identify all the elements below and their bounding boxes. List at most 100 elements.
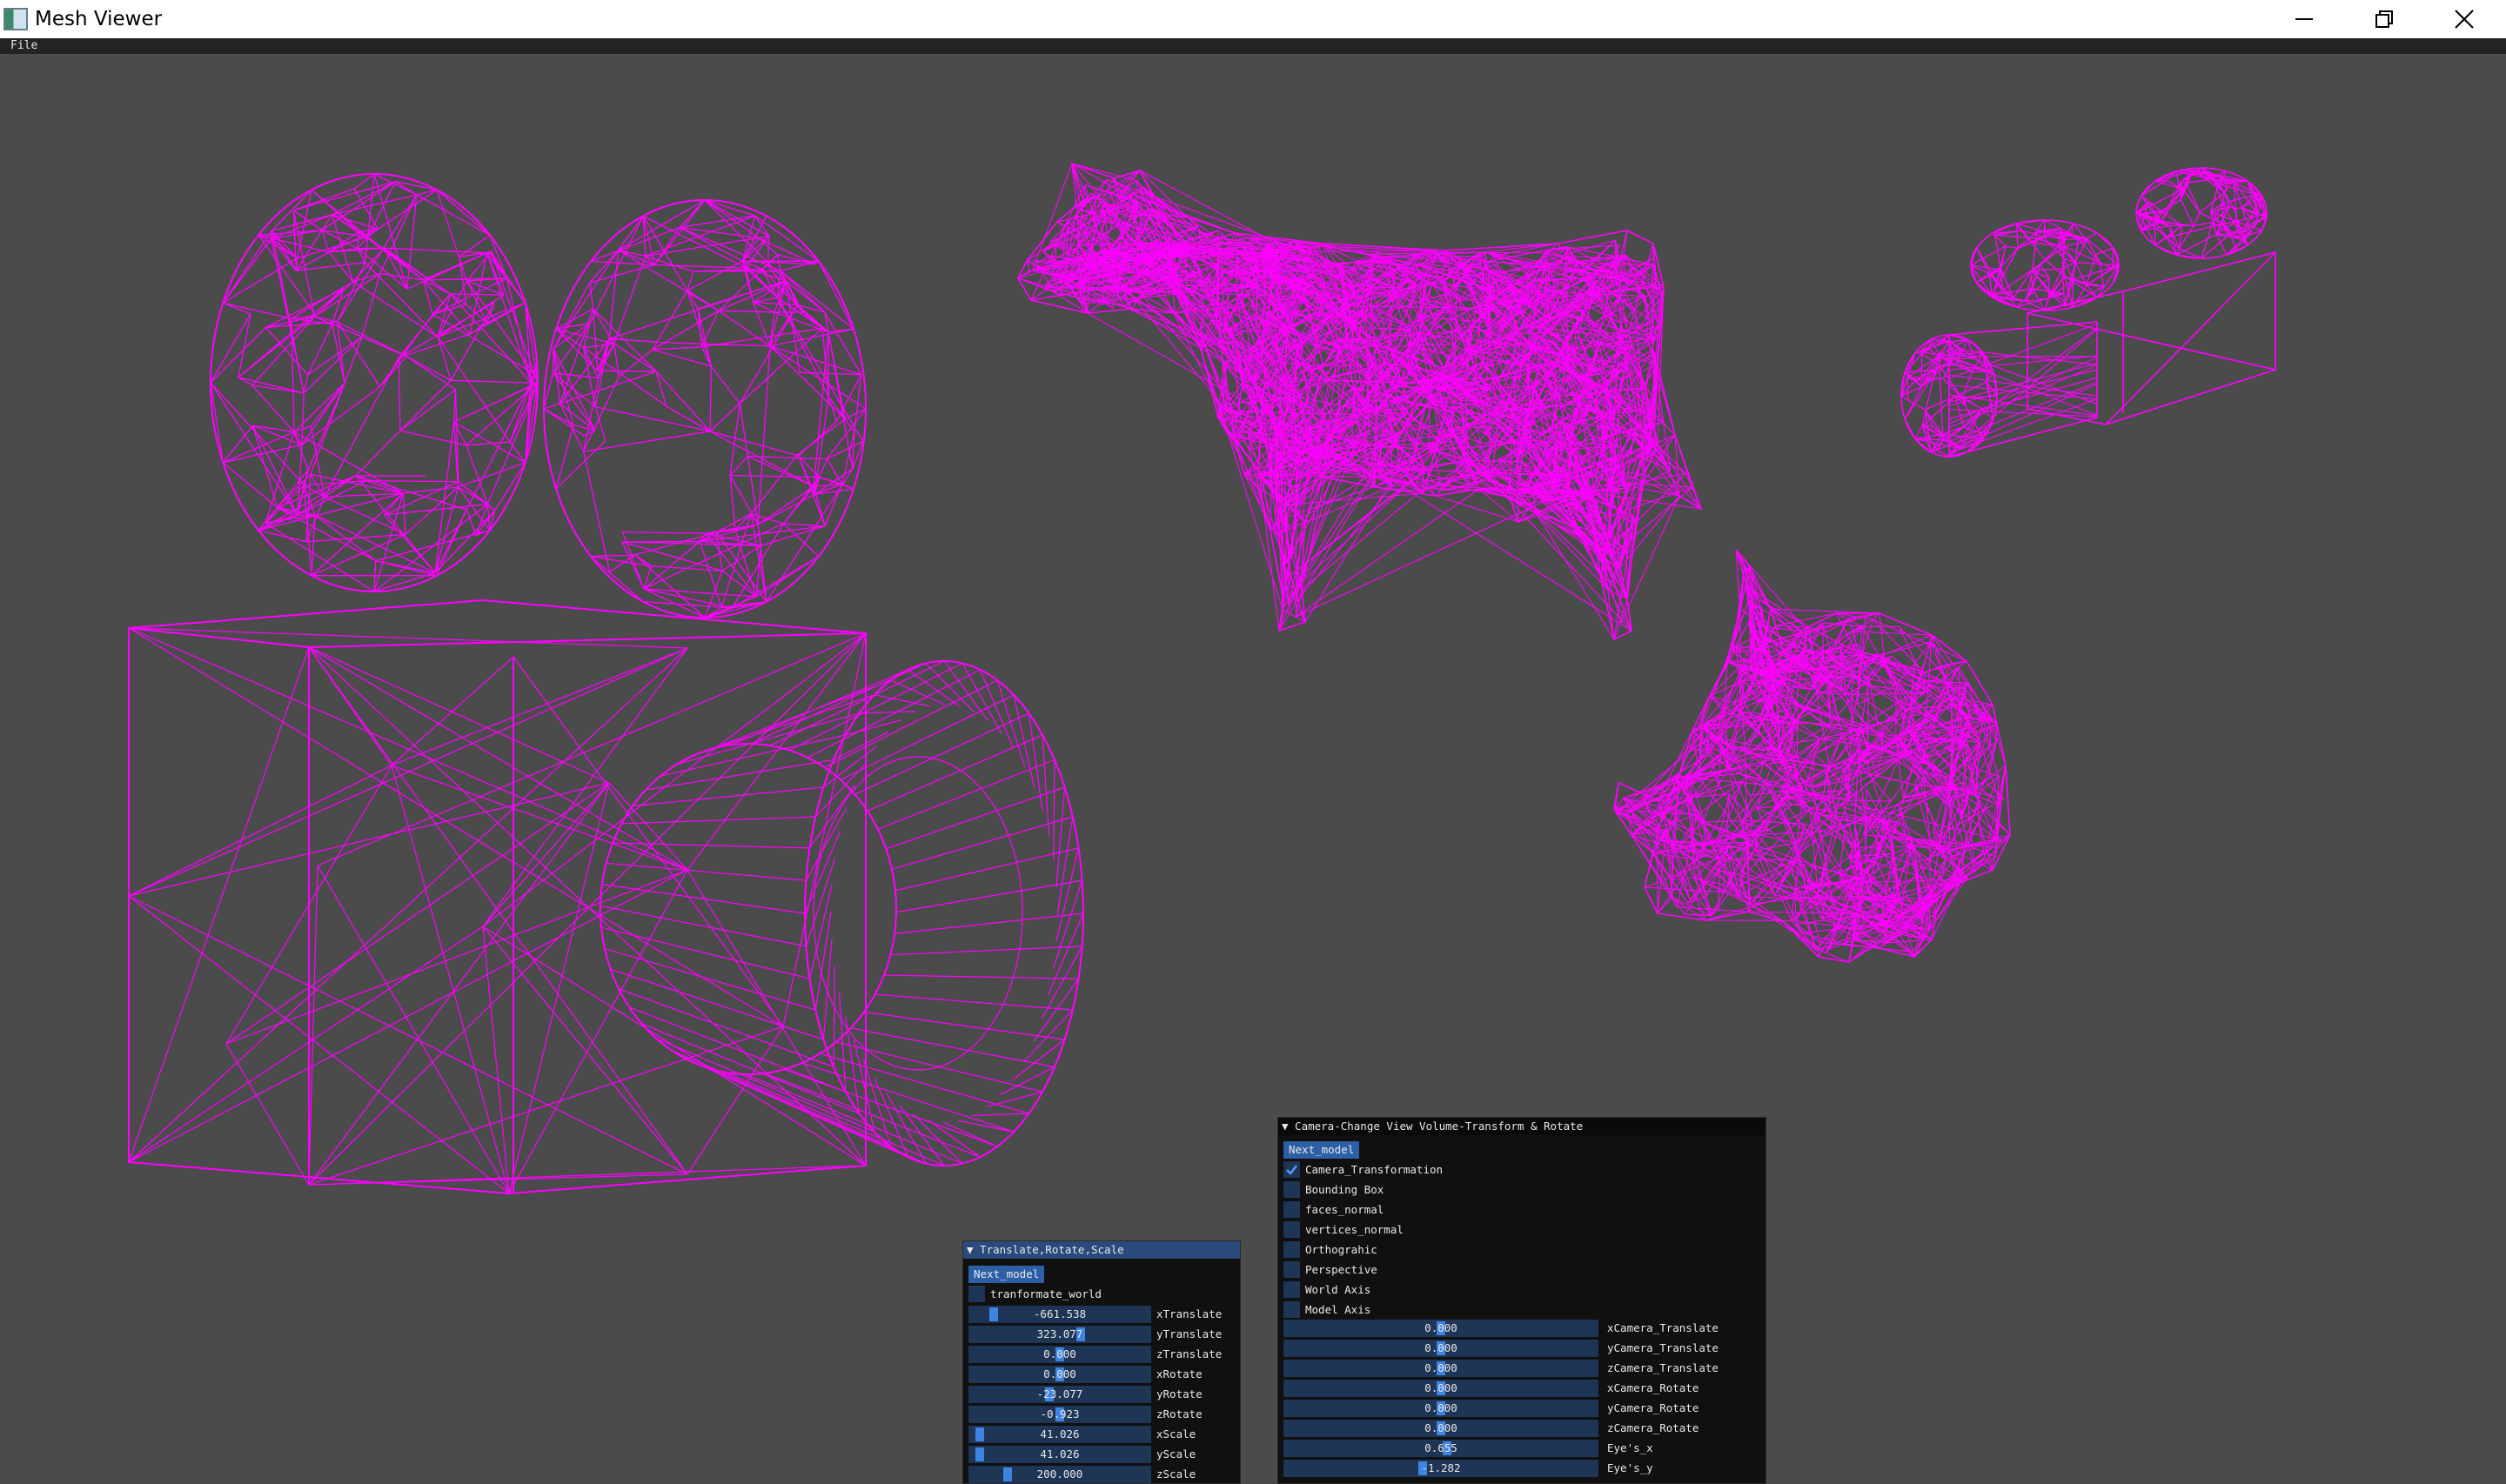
slider-track[interactable]: 0.000 bbox=[1283, 1420, 1598, 1437]
checkbox-box[interactable] bbox=[1283, 1281, 1300, 1298]
menu-file[interactable]: File bbox=[10, 39, 37, 53]
slider-track[interactable]: 41.026 bbox=[968, 1426, 1151, 1443]
slider-track[interactable]: 0.000 bbox=[1283, 1360, 1598, 1377]
slider-track[interactable]: 0.000 bbox=[968, 1366, 1151, 1383]
checkbox-label: World Axis bbox=[1305, 1283, 1371, 1296]
camera-mesh bbox=[128, 173, 1084, 1195]
checkbox-label: Model Axis bbox=[1305, 1303, 1371, 1316]
slider-label: Eye's_y bbox=[1607, 1461, 1653, 1474]
slider-label: xRotate bbox=[1156, 1367, 1203, 1380]
slider-zcamera-translate[interactable]: 0.000 zCamera_Translate bbox=[1283, 1360, 1729, 1377]
slider-value: 0.655 bbox=[1424, 1441, 1457, 1454]
slider-track[interactable]: 0.000 bbox=[968, 1346, 1151, 1363]
checkmark-icon bbox=[1286, 1165, 1297, 1175]
slider-track[interactable]: -0.923 bbox=[968, 1406, 1151, 1423]
slider-track[interactable]: 41.026 bbox=[968, 1446, 1151, 1463]
checkbox-perspective[interactable]: Perspective bbox=[1283, 1261, 1632, 1279]
checkbox-vertices-normal[interactable]: vertices_normal bbox=[1283, 1221, 1632, 1239]
checkbox-box[interactable] bbox=[1283, 1161, 1300, 1178]
slider-value: 0.000 bbox=[1424, 1381, 1457, 1394]
slider-yrotate[interactable]: -23.077 yRotate bbox=[968, 1386, 1278, 1403]
slider-track[interactable]: 0.000 bbox=[1283, 1400, 1598, 1417]
tranformate-world-checkbox[interactable]: tranformate_world bbox=[968, 1286, 1230, 1303]
next-model-button[interactable]: Next_model bbox=[968, 1266, 1045, 1283]
slider-label: zCamera_Translate bbox=[1607, 1361, 1719, 1374]
slider-value: -661.538 bbox=[1033, 1307, 1087, 1320]
slider-value: 41.026 bbox=[1040, 1427, 1080, 1441]
checkbox-label: Perspective bbox=[1305, 1263, 1377, 1276]
title-bar[interactable]: Mesh Viewer bbox=[0, 0, 2506, 38]
slider-track[interactable]: 323.077 bbox=[968, 1326, 1151, 1343]
checkbox-box[interactable] bbox=[1283, 1241, 1300, 1258]
checkbox-label: Camera_Transformation bbox=[1305, 1163, 1444, 1176]
slider-xcamera-rotate[interactable]: 0.000 xCamera_Rotate bbox=[1283, 1380, 1729, 1397]
checkbox-orthograhic[interactable]: Orthograhic bbox=[1283, 1241, 1632, 1259]
checkbox-box[interactable] bbox=[1283, 1261, 1300, 1278]
slider-track[interactable]: 200.000 bbox=[968, 1466, 1151, 1483]
slider-eye-s-x[interactable]: 0.655 Eye's_x bbox=[1283, 1440, 1729, 1457]
checkbox-box[interactable] bbox=[1283, 1181, 1300, 1198]
checkbox-label: faces_normal bbox=[1305, 1203, 1384, 1216]
app-icon bbox=[3, 8, 28, 30]
slider-xtranslate[interactable]: -661.538 xTranslate bbox=[968, 1306, 1278, 1323]
slider-value: 41.026 bbox=[1040, 1447, 1080, 1461]
slider-track[interactable]: 0.000 bbox=[1283, 1380, 1598, 1397]
close-icon bbox=[2455, 10, 2474, 29]
slider-yscale[interactable]: 41.026 yScale bbox=[968, 1446, 1278, 1463]
render-viewport[interactable] bbox=[0, 54, 2506, 1484]
slider-zscale[interactable]: 200.000 zScale bbox=[968, 1466, 1278, 1483]
checkbox-label: Orthograhic bbox=[1305, 1243, 1377, 1256]
slider-xscale[interactable]: 41.026 xScale bbox=[968, 1426, 1278, 1443]
restore-icon bbox=[2375, 10, 2393, 28]
checkbox-box[interactable] bbox=[968, 1286, 985, 1302]
panel-title[interactable]: ▼ Camera-Change View Volume-Transform & … bbox=[1278, 1118, 1766, 1135]
checkbox-camera-transformation[interactable]: Camera_Transformation bbox=[1283, 1161, 1632, 1179]
checkbox-label: vertices_normal bbox=[1305, 1223, 1404, 1236]
slider-value: -23.077 bbox=[1036, 1387, 1083, 1400]
slider-value: 0.000 bbox=[1043, 1347, 1076, 1360]
checkbox-label: tranformate_world bbox=[990, 1287, 1102, 1300]
camera-panel[interactable]: ▼ Camera-Change View Volume-Transform & … bbox=[1277, 1117, 1766, 1484]
slider-track[interactable]: 0.000 bbox=[1283, 1340, 1598, 1357]
slider-label: yRotate bbox=[1156, 1387, 1203, 1400]
checkbox-faces-normal[interactable]: faces_normal bbox=[1283, 1201, 1632, 1219]
checkbox-model-axis[interactable]: Model Axis bbox=[1283, 1301, 1632, 1319]
checkbox-box[interactable] bbox=[1283, 1221, 1300, 1238]
slider-value: 0.000 bbox=[1424, 1341, 1457, 1354]
checkbox-box[interactable] bbox=[1283, 1201, 1300, 1218]
transform-panel[interactable]: ▼ Translate,Rotate,Scale Next_model tran… bbox=[962, 1240, 1241, 1484]
slider-ytranslate[interactable]: 323.077 yTranslate bbox=[968, 1326, 1278, 1343]
slider-value: 200.000 bbox=[1036, 1467, 1083, 1481]
slider-ztranslate[interactable]: 0.000 zTranslate bbox=[968, 1346, 1278, 1363]
slider-ycamera-rotate[interactable]: 0.000 yCamera_Rotate bbox=[1283, 1400, 1729, 1417]
restore-button[interactable] bbox=[2344, 0, 2424, 38]
slider-xcamera-translate[interactable]: 0.000 xCamera_Translate bbox=[1283, 1320, 1729, 1337]
slider-value: 0.000 bbox=[1424, 1361, 1457, 1374]
small-camera-mesh bbox=[1900, 167, 2276, 458]
slider-ycamera-translate[interactable]: 0.000 yCamera_Translate bbox=[1283, 1340, 1729, 1357]
slider-label: xTranslate bbox=[1156, 1307, 1223, 1320]
slider-track[interactable]: 0.655 bbox=[1283, 1440, 1598, 1457]
slider-value: 0.000 bbox=[1043, 1367, 1076, 1380]
slider-zrotate[interactable]: -0.923 zRotate bbox=[968, 1406, 1278, 1423]
slider-label: zTranslate bbox=[1156, 1347, 1223, 1360]
slider-track[interactable]: 0.000 bbox=[1283, 1320, 1598, 1337]
slider-label: yCamera_Translate bbox=[1607, 1341, 1719, 1354]
checkbox-box[interactable] bbox=[1283, 1301, 1300, 1318]
minimize-button[interactable] bbox=[2264, 0, 2344, 38]
panel-title[interactable]: ▼ Translate,Rotate,Scale bbox=[963, 1241, 1240, 1259]
checkbox-world-axis[interactable]: World Axis bbox=[1283, 1281, 1632, 1299]
slider-track[interactable]: -661.538 bbox=[968, 1306, 1151, 1323]
slider-track[interactable]: -1.282 bbox=[1283, 1460, 1598, 1477]
slider-eye-s-y[interactable]: -1.282 Eye's_y bbox=[1283, 1460, 1729, 1477]
slider-xrotate[interactable]: 0.000 xRotate bbox=[968, 1366, 1278, 1383]
slider-track[interactable]: -23.077 bbox=[968, 1386, 1151, 1403]
slider-label: xCamera_Translate bbox=[1607, 1321, 1719, 1334]
next-model-button[interactable]: Next_model bbox=[1283, 1141, 1360, 1159]
close-button[interactable] bbox=[2424, 0, 2504, 38]
slider-label: yScale bbox=[1156, 1447, 1196, 1461]
slider-value: 0.000 bbox=[1424, 1401, 1457, 1414]
slider-zcamera-rotate[interactable]: 0.000 zCamera_Rotate bbox=[1283, 1420, 1729, 1437]
slider-label: yCamera_Rotate bbox=[1607, 1401, 1699, 1414]
checkbox-bounding-box[interactable]: Bounding Box bbox=[1283, 1181, 1632, 1199]
